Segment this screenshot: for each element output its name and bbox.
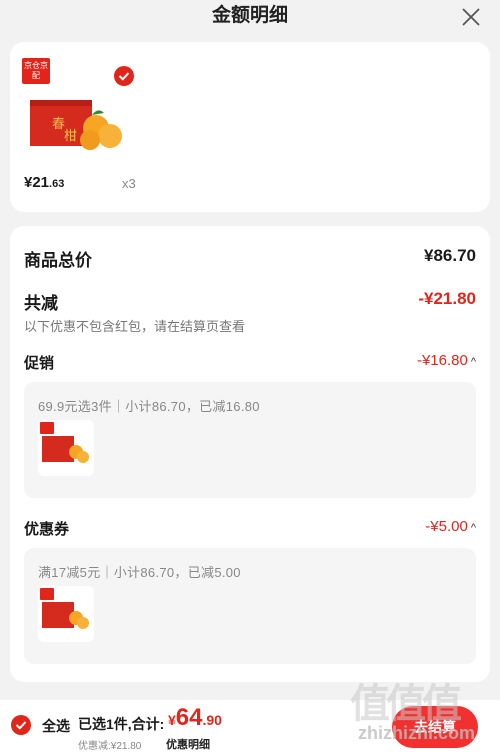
- product-image: [42, 602, 89, 629]
- total-price-value: ¥86.70: [424, 246, 476, 265]
- close-icon[interactable]: [460, 6, 482, 28]
- coupon-value: -¥5.00 ^: [425, 518, 476, 535]
- store-tag-mini: [40, 422, 54, 434]
- promo-detail-text: 69.9元选3件｜小计86.70，已减16.80: [38, 399, 260, 414]
- total-price-row: 商品总价 ¥86.70: [24, 246, 476, 271]
- quantity: x3: [122, 176, 136, 191]
- unit-price: ¥21.63: [24, 174, 65, 191]
- svg-text:柑: 柑: [64, 129, 77, 144]
- store-tag-mini: [40, 588, 54, 600]
- order-total: ¥64.90: [168, 704, 222, 731]
- product-image: 春 柑: [30, 100, 122, 150]
- check-icon: [15, 721, 27, 730]
- discount-note: 以下优惠不包含红包，请在结算页查看: [24, 319, 246, 334]
- product-card: 京仓京配 春 柑 ¥21.63 x3: [10, 42, 490, 212]
- page-title: 金额明细: [211, 5, 288, 26]
- header: 金额明细: [0, 0, 500, 36]
- promo-value: -¥16.80 ^: [416, 352, 476, 369]
- total-price-label: 商品总价: [24, 251, 92, 270]
- selected-count: 已选1件,合计:: [78, 716, 165, 732]
- promo-detail-box: 69.9元选3件｜小计86.70，已减16.80: [24, 382, 476, 498]
- coupon-detail-box: 满17减5元｜小计86.70，已减5.00: [24, 548, 476, 664]
- total-discount-label: 共减: [24, 294, 58, 313]
- select-all-label[interactable]: 全选: [42, 716, 70, 736]
- select-all-checkbox[interactable]: [11, 715, 31, 735]
- total-discount-value: -¥21.80: [418, 289, 476, 308]
- checkout-bar: 全选 已选1件,合计: ¥64.90 优惠减:¥21.80 优惠明细 去结算: [0, 700, 500, 755]
- coupon-detail-text: 满17减5元｜小计86.70，已减5.00: [38, 565, 241, 580]
- amount-detail-card: 商品总价 ¥86.70 共减 -¥21.80 以下优惠不包含红包，请在结算页查看…: [10, 226, 490, 682]
- promo-product-thumbnail[interactable]: [38, 420, 94, 476]
- discount-detail-link[interactable]: 优惠明细: [166, 736, 210, 752]
- coupon-label: 优惠券: [24, 521, 70, 538]
- promo-label: 促销: [24, 355, 55, 372]
- checkout-button[interactable]: 去结算: [392, 706, 478, 748]
- saved-amount: 优惠减:¥21.80: [78, 741, 142, 752]
- coupon-row[interactable]: 优惠券 -¥5.00 ^: [24, 518, 476, 539]
- promo-row[interactable]: 促销 -¥16.80 ^: [24, 352, 476, 373]
- chevron-up-icon[interactable]: ^: [471, 356, 476, 368]
- chevron-up-icon[interactable]: ^: [471, 522, 476, 534]
- coupon-product-thumbnail[interactable]: [38, 586, 94, 642]
- total-discount-row: 共减 -¥21.80: [24, 289, 476, 314]
- check-icon: [118, 72, 130, 81]
- store-tag: 京仓京配: [22, 58, 50, 84]
- product-checkbox[interactable]: [114, 66, 134, 86]
- product-image: [42, 436, 89, 463]
